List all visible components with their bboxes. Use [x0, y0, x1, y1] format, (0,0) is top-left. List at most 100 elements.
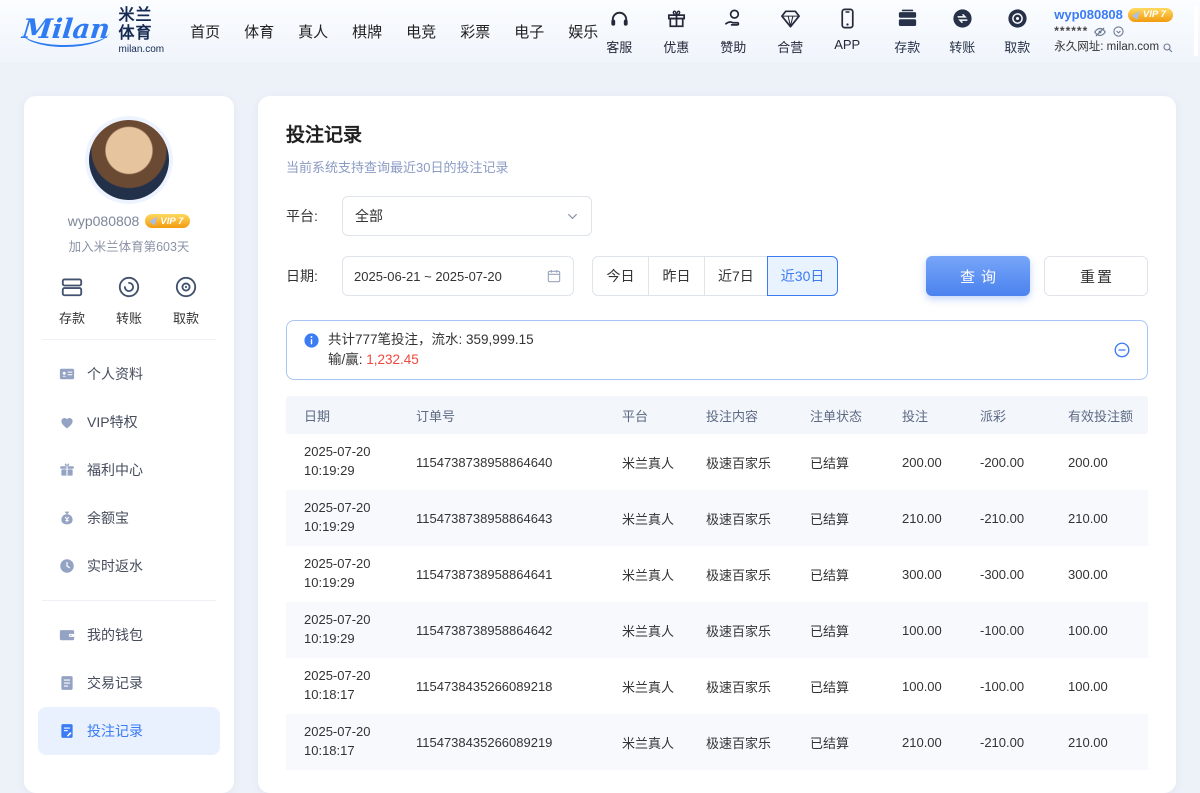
cell-status: 已结算 — [810, 733, 902, 752]
table-row: 2025-07-2010:19:291154738738958864642米兰真… — [286, 602, 1148, 658]
date-range-input[interactable]: 2025-06-21 ~ 2025-07-20 — [342, 256, 574, 296]
nav-item-5[interactable]: 电竞 — [406, 21, 436, 42]
table-body: 2025-07-2010:19:291154738738958864640米兰真… — [286, 434, 1148, 770]
search-button[interactable]: 查询 — [926, 256, 1030, 296]
site-logo[interactable]: Milan 米兰体育 milan.com — [22, 7, 164, 55]
headset-action[interactable]: 客服 — [598, 6, 640, 56]
eye-off-icon[interactable] — [1093, 25, 1107, 39]
column-header-7: 派彩 — [980, 406, 1068, 425]
bet-records-table: 日期订单号平台投注内容注单状态投注派彩有效投注额 2025-07-2010:19… — [286, 396, 1148, 770]
cell-date: 2025-07-2010:18:17 — [304, 667, 416, 705]
phone-action[interactable]: APP — [826, 6, 868, 56]
withdraw-shortcut[interactable]: 取款 — [164, 273, 208, 327]
cell-platform: 米兰真人 — [622, 621, 706, 640]
action-label: 合营 — [769, 37, 811, 56]
sidebar-item-vip[interactable]: VIP特权 — [38, 398, 220, 446]
cell-payout: -100.00 — [980, 679, 1068, 694]
join-days-text: 加入米兰体育第603天 — [38, 236, 220, 255]
action-label: 取款 — [996, 37, 1038, 56]
page-title: 投注记录 — [286, 120, 1148, 147]
date-range-value: 2025-06-21 ~ 2025-07-20 — [354, 269, 502, 284]
permanent-url: 永久网址: milan.com — [1054, 40, 1159, 54]
sidebar-item-welfare[interactable]: 福利中心 — [38, 446, 220, 494]
sidebar-avatar[interactable] — [89, 120, 169, 200]
refresh-balance-icon[interactable] — [1112, 25, 1125, 38]
cell-status: 已结算 — [810, 677, 902, 696]
magnifier-icon[interactable] — [1162, 42, 1174, 54]
cell-payout: -210.00 — [980, 735, 1068, 750]
shortcut-label: 转账 — [107, 308, 151, 327]
cell-bet-amount: 100.00 — [902, 679, 980, 694]
quick-date-chip-4[interactable]: 近30日 — [767, 256, 839, 296]
sidebar-item-label: 投注记录 — [87, 721, 143, 741]
cell-status: 已结算 — [810, 565, 902, 584]
sidebar-item-label: 实时返水 — [87, 556, 143, 576]
deposit-outline-icon — [50, 273, 94, 301]
sidebar-item-yuebao[interactable]: 余额宝 — [38, 494, 220, 542]
main-nav: 首页 体育 真人 棋牌 电竞 彩票 电子 娱乐 — [190, 21, 598, 42]
nav-item-8[interactable]: 娱乐 — [568, 21, 598, 42]
row-date: 2025-07-20 — [304, 611, 416, 630]
table-row: 2025-07-2010:18:171154738435266089219米兰真… — [286, 714, 1148, 770]
summary-banner: 共计777笔投注，流水: 359,999.15 输/赢: 1,232.45 — [286, 320, 1148, 380]
diamond-icon — [769, 6, 811, 30]
summary-winloss-label: 输/赢: — [328, 352, 366, 367]
quick-date-chip-2[interactable]: 昨日 — [648, 256, 705, 296]
summary-total-label: 共计777笔投注，流水: — [328, 332, 466, 347]
table-row: 2025-07-2010:19:291154738738958864641米兰真… — [286, 546, 1148, 602]
cell-bet-content: 极速百家乐 — [706, 621, 810, 640]
platform-select[interactable]: 全部 — [342, 196, 592, 236]
wallet-icon — [58, 626, 76, 644]
quick-date-chip-3[interactable]: 近7日 — [704, 256, 768, 296]
nav-item-3[interactable]: 真人 — [298, 21, 328, 42]
deposit-shortcut[interactable]: 存款 — [50, 273, 94, 327]
page-body: wyp080808 VIP 7 加入米兰体育第603天 存款转账取款 个人资料V… — [0, 62, 1200, 793]
nav-item-2[interactable]: 体育 — [244, 21, 274, 42]
divider — [42, 339, 216, 340]
transfer-shortcut[interactable]: 转账 — [107, 273, 151, 327]
column-header-4: 投注内容 — [706, 406, 810, 425]
cell-payout: -100.00 — [980, 623, 1068, 638]
platform-filter-row: 平台: 全部 — [286, 196, 1148, 236]
nav-item-1[interactable]: 首页 — [190, 21, 220, 42]
row-time: 10:18:17 — [304, 686, 416, 705]
diamond-action[interactable]: 合营 — [769, 6, 811, 56]
cell-bet-amount: 200.00 — [902, 455, 980, 470]
transfer-action[interactable]: 转账 — [941, 6, 983, 56]
sidebar-item-bet-record[interactable]: 投注记录 — [38, 707, 220, 755]
nav-item-4[interactable]: 棋牌 — [352, 21, 382, 42]
id-card-icon — [58, 365, 76, 383]
logo-cn-text: 米兰体育 — [119, 7, 165, 42]
quick-date-chip-1[interactable]: 今日 — [592, 256, 649, 296]
header-username[interactable]: wyp080808 — [1054, 7, 1123, 23]
sidebar-item-id-card[interactable]: 个人资料 — [38, 350, 220, 398]
reset-button[interactable]: 重置 — [1044, 256, 1148, 296]
cell-order-number: 1154738435266089218 — [416, 679, 622, 694]
sidebar-item-label: VIP特权 — [87, 412, 138, 432]
action-label: 存款 — [886, 37, 928, 56]
sidebar-item-transaction[interactable]: 交易记录 — [38, 659, 220, 707]
sidebar-shortcuts: 存款转账取款 — [38, 273, 220, 327]
main-content: 投注记录 当前系统支持查询最近30日的投注记录 平台: 全部 日期: 2025-… — [258, 96, 1176, 793]
sponsor-action[interactable]: 赞助 — [712, 6, 754, 56]
deposit-action[interactable]: 存款 — [886, 6, 928, 56]
nav-item-7[interactable]: 电子 — [514, 21, 544, 42]
sidebar-item-label: 个人资料 — [87, 364, 143, 384]
cell-platform: 米兰真人 — [622, 677, 706, 696]
masked-balance: ****** — [1054, 24, 1088, 39]
sidebar-item-wallet[interactable]: 我的钱包 — [38, 611, 220, 659]
cell-status: 已结算 — [810, 621, 902, 640]
table-row: 2025-07-2010:19:291154738738958864640米兰真… — [286, 434, 1148, 490]
phone-icon — [826, 6, 868, 30]
sidebar-item-rebate[interactable]: 实时返水 — [38, 542, 220, 590]
summary-turnover: 359,999.15 — [466, 332, 534, 347]
nav-item-6[interactable]: 彩票 — [460, 21, 490, 42]
sidebar-menu-group-2: 我的钱包交易记录投注记录 — [38, 611, 220, 755]
row-date: 2025-07-20 — [304, 667, 416, 686]
gift-action[interactable]: 优惠 — [655, 6, 697, 56]
vip-icon — [58, 413, 76, 431]
withdraw-action[interactable]: 取款 — [996, 6, 1038, 56]
collapse-icon[interactable] — [1113, 341, 1131, 359]
sidebar-item-label: 福利中心 — [87, 460, 143, 480]
column-header-5: 注单状态 — [810, 406, 902, 425]
